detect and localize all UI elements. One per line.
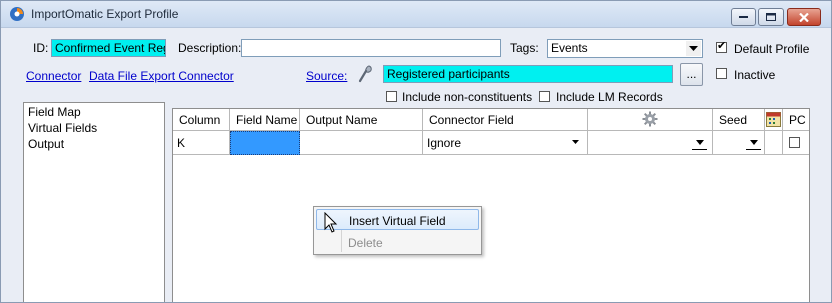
section-list: Field Map Virtual Fields Output	[23, 102, 165, 302]
column-header-seed[interactable]: Seed	[713, 109, 765, 131]
id-field[interactable]: Confirmed Event Reg	[51, 39, 166, 57]
include-lm-records-checkbox[interactable]	[539, 91, 550, 102]
column-header-pc[interactable]: PC	[783, 109, 809, 131]
inactive-checkbox[interactable]	[716, 68, 727, 79]
search-icon[interactable]	[357, 64, 375, 84]
tags-label: Tags:	[510, 41, 539, 55]
cell-connector-field[interactable]: Ignore	[423, 131, 588, 155]
data-file-export-connector-link[interactable]: Data File Export Connector	[89, 69, 234, 83]
export-profile-window: ImportOmatic Export Profile ID: Confirme…	[0, 0, 832, 303]
connector-field-value: Ignore	[427, 136, 462, 150]
column-header-field-name[interactable]: Field Name	[230, 109, 300, 131]
chevron-down-icon	[695, 140, 704, 145]
cell-date[interactable]	[765, 131, 783, 155]
default-profile-checkbox[interactable]: ✔	[716, 40, 727, 53]
window-title: ImportOmatic Export Profile	[31, 7, 179, 21]
tags-value: Events	[551, 41, 588, 55]
section-item-virtual-fields[interactable]: Virtual Fields	[28, 121, 97, 135]
minimize-button[interactable]	[731, 8, 756, 26]
column-header-output-name[interactable]: Output Name	[300, 109, 423, 131]
description-field[interactable]	[241, 39, 501, 57]
field-grid: Column Field Name Output Name Connector …	[172, 108, 810, 302]
default-profile-label: Default Profile	[734, 42, 810, 56]
close-button[interactable]	[787, 8, 821, 26]
chevron-down-icon	[689, 46, 698, 51]
menu-item-insert-virtual-field[interactable]: Insert Virtual Field	[316, 209, 479, 230]
include-non-constituents-checkbox[interactable]	[386, 91, 397, 102]
section-item-field-map[interactable]: Field Map	[28, 105, 81, 119]
maximize-icon	[766, 13, 776, 21]
source-link[interactable]: Source:	[306, 69, 347, 83]
column-header-connector-field[interactable]: Connector Field	[423, 109, 588, 131]
chevron-down-icon[interactable]	[572, 140, 579, 144]
column-header-column[interactable]: Column	[173, 109, 230, 131]
description-label: Description:	[178, 41, 242, 55]
column-header-date[interactable]	[765, 109, 783, 131]
column-header-settings[interactable]	[588, 109, 713, 131]
settings-dropdown-button[interactable]	[692, 136, 707, 150]
id-label: ID:	[33, 41, 49, 55]
inactive-label: Inactive	[734, 68, 776, 82]
context-menu: Insert Virtual Field Delete	[313, 206, 482, 255]
tags-combobox[interactable]: Events	[547, 39, 703, 58]
pc-checkbox[interactable]	[789, 137, 800, 148]
app-icon	[10, 7, 24, 21]
cell-field-name[interactable]	[230, 131, 300, 155]
include-lm-records-label: Include LM Records	[556, 90, 663, 104]
minimize-icon	[739, 16, 748, 18]
mouse-cursor-icon	[324, 212, 338, 233]
source-browse-button[interactable]: ...	[680, 63, 703, 86]
cell-column[interactable]: K	[173, 131, 230, 155]
tags-dropdown-button[interactable]	[686, 41, 701, 56]
connector-link[interactable]: Connector	[26, 69, 81, 83]
maximize-button[interactable]	[758, 8, 784, 26]
title-bar: ImportOmatic Export Profile	[1, 1, 831, 28]
close-icon	[799, 12, 809, 22]
calendar-icon	[766, 112, 781, 127]
cell-seed[interactable]	[713, 131, 765, 155]
section-item-output[interactable]: Output	[28, 137, 64, 151]
cell-output-name[interactable]	[300, 131, 423, 155]
seed-dropdown-button[interactable]	[746, 136, 761, 150]
chevron-down-icon	[749, 140, 758, 145]
menu-item-delete[interactable]: Delete	[316, 232, 479, 253]
gear-icon	[642, 111, 658, 127]
source-field[interactable]: Registered participants	[383, 65, 673, 83]
cell-settings[interactable]	[588, 131, 713, 155]
checkmark-icon: ✔	[717, 40, 727, 52]
cell-pc[interactable]	[783, 131, 809, 155]
include-non-constituents-label: Include non-constituents	[402, 90, 533, 104]
